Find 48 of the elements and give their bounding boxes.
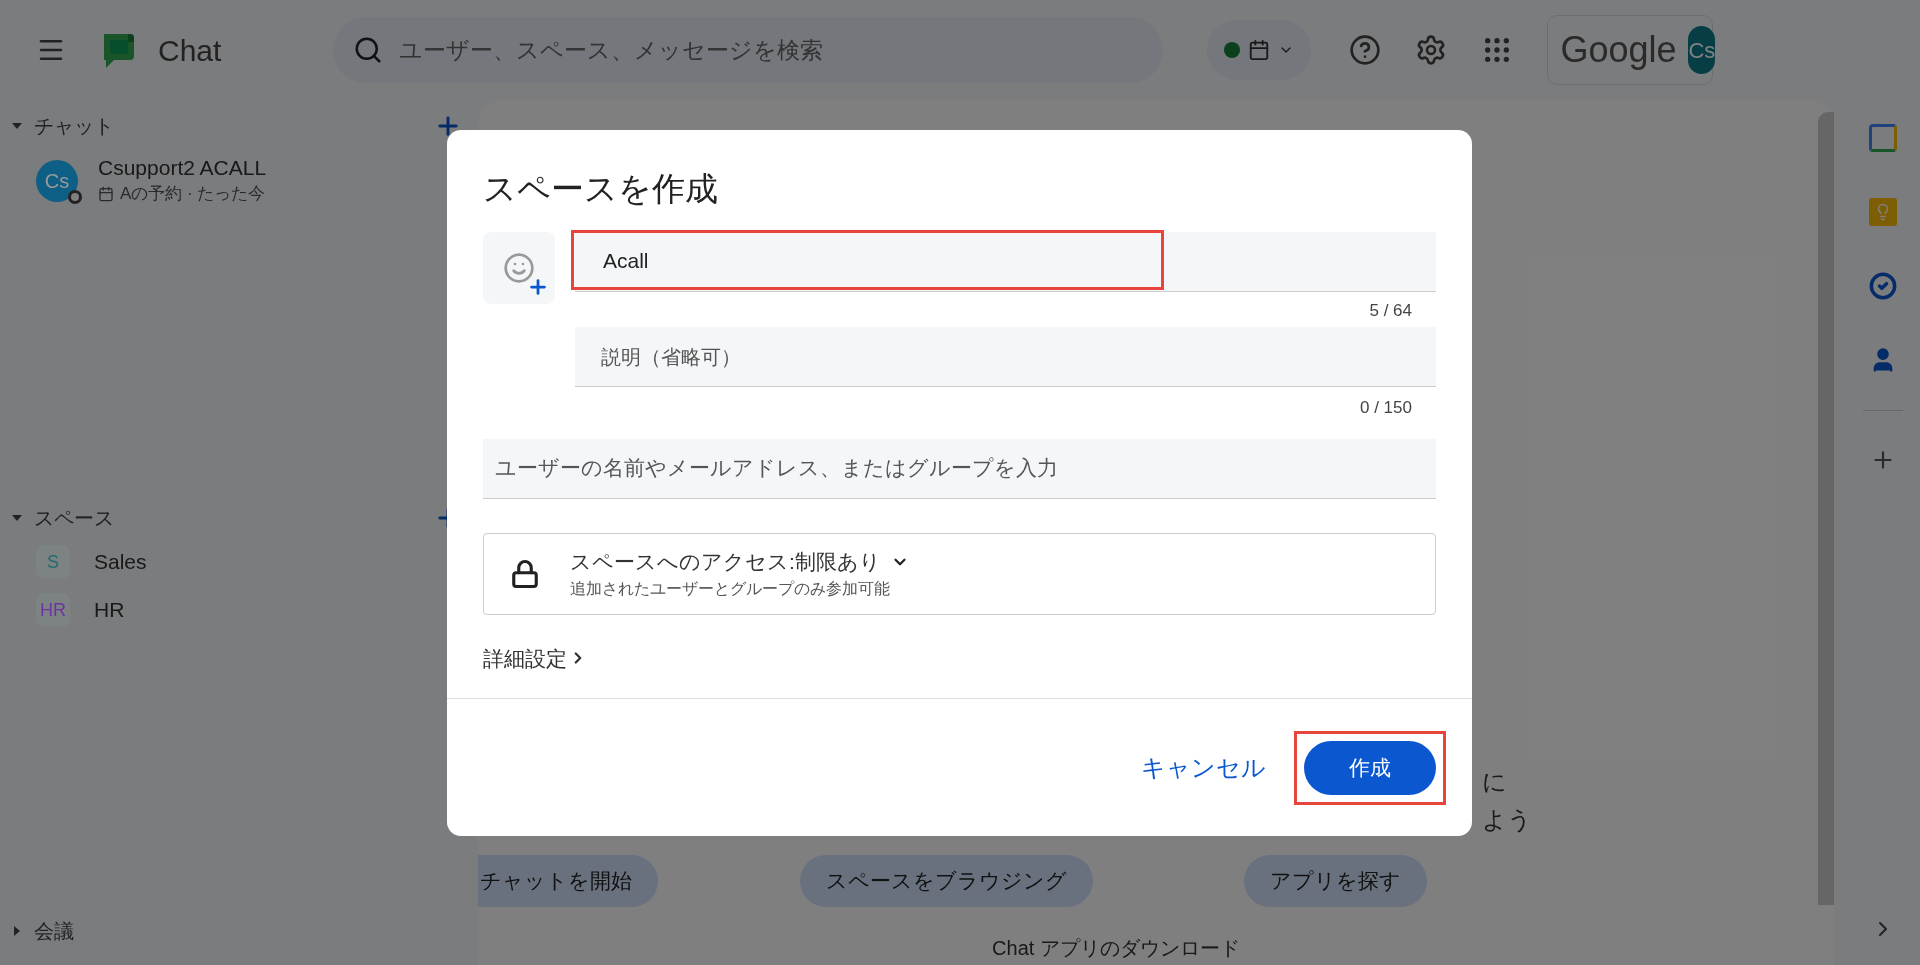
create-button[interactable]: 作成 <box>1304 740 1436 795</box>
caret-icon <box>12 513 22 523</box>
lock-icon <box>510 558 540 589</box>
space-avatar: S <box>36 545 70 579</box>
avatar: Cs <box>36 160 78 202</box>
caret-icon <box>12 926 22 936</box>
action-button[interactable]: アプリを探す <box>1244 855 1427 907</box>
smiley-icon <box>503 251 535 284</box>
app-name: Chat <box>158 32 222 69</box>
action-button[interactable]: スペースをブラウジング <box>800 855 1093 907</box>
advanced-settings-link[interactable]: 詳細設定 <box>483 642 587 674</box>
welcome-text: に <box>1482 767 1508 797</box>
account-button[interactable]: Google Cs <box>1547 15 1714 85</box>
action-button[interactable]: チャットを開始 <box>478 855 658 907</box>
status-icon <box>68 190 82 204</box>
members-field[interactable]: ユーザーの名前やメールアドレス、またはグループを入力 <box>483 438 1436 499</box>
space-name: HR <box>94 597 125 624</box>
section-toggle[interactable]: スペース <box>12 503 114 533</box>
calendar-icon <box>1248 39 1271 61</box>
section-toggle[interactable]: チャット <box>12 111 114 141</box>
chat-subtitle: Aの予約 · たった今 <box>120 183 266 206</box>
description-counter: 0 / 150 <box>1360 397 1412 419</box>
brand-name: Google <box>1560 28 1677 72</box>
emoji-button[interactable] <box>483 231 555 304</box>
space-item[interactable]: HR HR <box>0 586 478 634</box>
access-selector[interactable]: スペースへのアクセス:制限あり 追加されたユーザーとグループのみ参加可能 <box>483 532 1436 615</box>
scrollbar[interactable] <box>1818 112 1834 905</box>
chat-name: Csupport2 ACALL <box>98 155 267 182</box>
download-link[interactable]: Chat アプリのダウンロード <box>992 933 1240 963</box>
space-item[interactable]: S Sales <box>0 538 478 586</box>
welcome-text: よう <box>1482 805 1533 835</box>
access-title: スペースへのアクセス:制限あり <box>570 548 881 575</box>
account-avatar: Cs <box>1688 26 1716 74</box>
name-counter: 5 / 64 <box>1369 299 1412 322</box>
section-toggle[interactable]: 会議 <box>12 916 74 946</box>
space-avatar: HR <box>36 593 70 627</box>
search-field[interactable]: ユーザー、スペース、メッセージを検索 <box>333 17 1164 83</box>
calendar-app-icon[interactable] <box>1869 124 1897 152</box>
caret-icon <box>12 121 22 131</box>
chat-item[interactable]: Cs Csupport2 ACALL Aの予約 · たった今 <box>0 146 478 216</box>
help-icon[interactable] <box>1349 34 1382 66</box>
dialog-title: スペースを作成 <box>483 169 719 209</box>
cancel-button[interactable]: キャンセル <box>1139 749 1268 786</box>
description-field[interactable]: 説明（省略可） <box>575 327 1436 387</box>
space-name: Sales <box>94 549 147 576</box>
access-subtitle: 追加されたユーザーとグループのみ参加可能 <box>570 579 891 600</box>
tasks-app-icon[interactable] <box>1869 272 1897 300</box>
calendar-icon <box>98 186 114 202</box>
